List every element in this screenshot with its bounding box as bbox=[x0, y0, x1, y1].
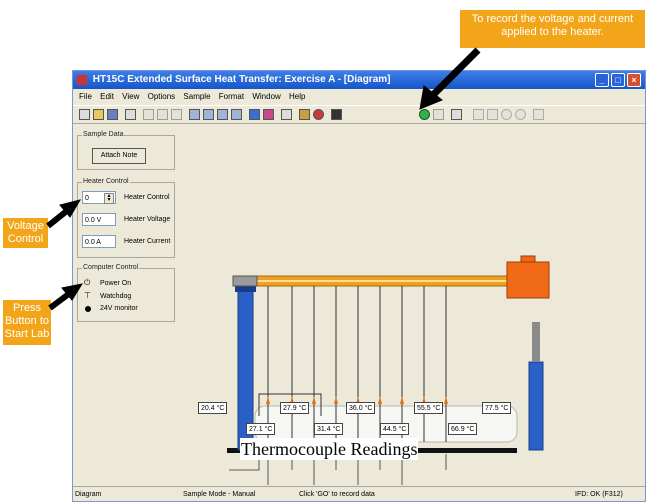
tc-reading-8: 66.9 °C bbox=[448, 423, 478, 435]
menu-help[interactable]: Help bbox=[289, 92, 305, 101]
app-icon bbox=[77, 75, 87, 85]
table-icon[interactable] bbox=[487, 109, 498, 120]
pause-icon[interactable] bbox=[433, 109, 444, 120]
rod-end-clamp bbox=[232, 275, 258, 287]
tc-reading-7: 55.5 °C bbox=[414, 402, 444, 414]
right-pillar-shaft bbox=[532, 322, 540, 362]
heater-block-top bbox=[520, 255, 536, 263]
menu-bar: File Edit View Options Sample Format Win… bbox=[73, 90, 645, 104]
tc-reading-5: 36.0 °C bbox=[346, 402, 376, 414]
tc-reading-6: 44.5 °C bbox=[380, 423, 410, 435]
view-diagram-icon[interactable] bbox=[189, 109, 200, 120]
view-table-icon[interactable] bbox=[203, 109, 214, 120]
tc-reading-9: 77.5 °C bbox=[482, 402, 512, 414]
arrow-to-power bbox=[48, 290, 72, 311]
menu-sample[interactable]: Sample bbox=[183, 92, 210, 101]
tc-reading-3: 27.9 °C bbox=[280, 402, 310, 414]
sample-config-icon[interactable] bbox=[299, 109, 310, 120]
menu-edit[interactable]: Edit bbox=[100, 92, 114, 101]
status-hint: Click 'GO' to record data bbox=[299, 491, 375, 498]
minimize-icon[interactable]: _ bbox=[595, 73, 609, 87]
refresh-icon[interactable] bbox=[501, 109, 512, 120]
chart-icon[interactable] bbox=[249, 109, 260, 120]
maximize-icon[interactable]: □ bbox=[611, 73, 625, 87]
delete-icon[interactable] bbox=[473, 109, 484, 120]
wrench-icon[interactable] bbox=[451, 109, 462, 120]
go-record-icon[interactable] bbox=[419, 109, 430, 120]
copy-icon[interactable] bbox=[157, 109, 168, 120]
paste-icon[interactable] bbox=[171, 109, 182, 120]
save-icon[interactable] bbox=[107, 109, 118, 120]
configure-icon[interactable] bbox=[281, 109, 292, 120]
menu-options[interactable]: Options bbox=[148, 92, 176, 101]
arrow-to-voltage bbox=[46, 207, 70, 229]
open-folder-icon[interactable] bbox=[93, 109, 104, 120]
callout-voltage-control: Voltage Control bbox=[3, 218, 48, 248]
stop-icon[interactable] bbox=[313, 109, 324, 120]
new-file-icon[interactable] bbox=[79, 109, 90, 120]
diagram-pane: Sample Data Attach Note Heater Control 0… bbox=[73, 124, 645, 486]
window-title: HT15C Extended Surface Heat Transfer: Ex… bbox=[92, 74, 391, 85]
status-ifd: IFD: OK (F312) bbox=[575, 491, 623, 498]
menu-format[interactable]: Format bbox=[219, 92, 244, 101]
automatic-sample-icon[interactable] bbox=[331, 109, 342, 120]
title-bar: HT15C Extended Surface Heat Transfer: Ex… bbox=[73, 71, 645, 89]
tc-reading-2: 27.1 °C bbox=[246, 423, 276, 435]
status-mode: Sample Mode - Manual bbox=[183, 491, 256, 498]
close-icon[interactable]: × bbox=[627, 73, 641, 87]
thermocouple-readings-caption: Thermocouple Readings bbox=[240, 438, 419, 460]
cut-icon[interactable] bbox=[143, 109, 154, 120]
tc-reading-4: 31.4 °C bbox=[314, 423, 344, 435]
view-graph-icon[interactable] bbox=[217, 109, 228, 120]
reset-icon[interactable] bbox=[515, 109, 526, 120]
graph-settings-icon[interactable] bbox=[263, 109, 274, 120]
menu-view[interactable]: View bbox=[122, 92, 139, 101]
help-icon[interactable] bbox=[533, 109, 544, 120]
status-bar: Diagram Sample Mode - Manual Click 'GO' … bbox=[73, 486, 645, 502]
toolbar bbox=[73, 105, 645, 124]
apparatus-diagram bbox=[227, 255, 550, 485]
menu-window[interactable]: Window bbox=[252, 92, 280, 101]
callout-record-voltage: To record the voltage and current applie… bbox=[460, 10, 645, 48]
view-results-icon[interactable] bbox=[231, 109, 242, 120]
tc-reading-1: 20.4 °C bbox=[198, 402, 228, 414]
print-icon[interactable] bbox=[125, 109, 136, 120]
menu-file[interactable]: File bbox=[79, 92, 92, 101]
callout-press-button: Press Button to Start Lab bbox=[3, 300, 51, 345]
right-pillar bbox=[528, 361, 544, 451]
heater-block bbox=[506, 261, 550, 299]
status-view: Diagram bbox=[75, 491, 102, 498]
